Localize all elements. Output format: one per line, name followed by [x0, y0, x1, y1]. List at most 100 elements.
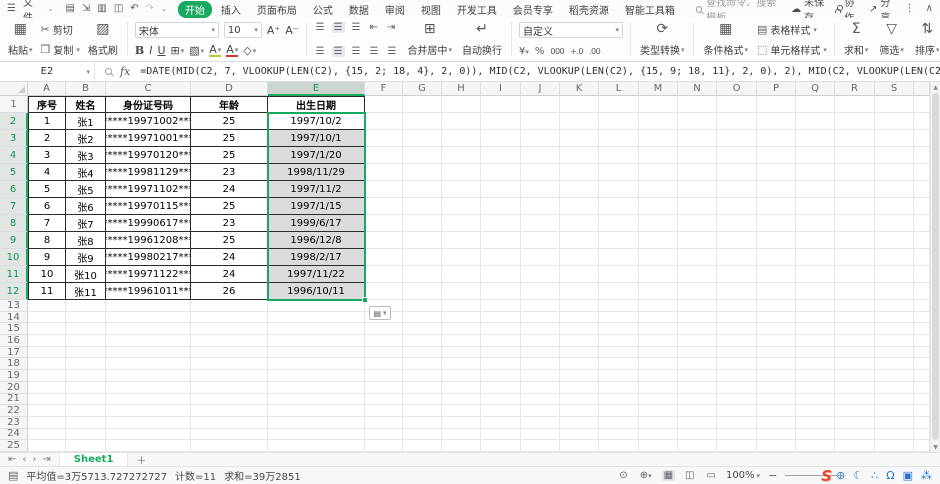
cell-B25[interactable]	[66, 440, 106, 452]
reading-mode-icon[interactable]: ⊕▾	[638, 470, 654, 481]
cell-A3[interactable]: 2	[28, 130, 66, 147]
cell-F22[interactable]	[365, 405, 403, 417]
cell-G12[interactable]	[403, 283, 442, 300]
cell-R22[interactable]	[835, 405, 875, 417]
underline-button[interactable]: U	[157, 44, 165, 57]
cell-P12[interactable]	[757, 283, 796, 300]
cell-S20[interactable]	[875, 382, 914, 394]
spreadsheet-grid[interactable]: ABCDEFGHIJKLMNOPQRS1序号姓名身份证号码年龄出生日期21张1*…	[0, 82, 940, 452]
cell-F19[interactable]	[365, 370, 403, 382]
cell-G10[interactable]	[403, 249, 442, 266]
cell-R1[interactable]	[835, 96, 875, 113]
normal-view-icon[interactable]: ▦	[662, 470, 675, 481]
cell-G5[interactable]	[403, 164, 442, 181]
cell-F15[interactable]	[365, 323, 403, 335]
cell-I11[interactable]	[481, 266, 521, 283]
cell-P18[interactable]	[757, 358, 796, 370]
cell-K19[interactable]	[560, 370, 599, 382]
cell-S17[interactable]	[875, 347, 914, 359]
cell-C8[interactable]: ******19990617****	[106, 215, 191, 232]
cell-Q15[interactable]	[796, 323, 835, 335]
cell-K1[interactable]	[560, 96, 599, 113]
row-header-13[interactable]: 13	[0, 300, 28, 312]
table-style-button[interactable]: ▤表格样式▾	[757, 22, 827, 37]
cell-C20[interactable]	[106, 382, 191, 394]
cell-S21[interactable]	[875, 394, 914, 406]
column-header-L[interactable]: L	[599, 82, 639, 96]
cell-N5[interactable]	[678, 164, 717, 181]
cell-F11[interactable]	[365, 266, 403, 283]
cell-Q18[interactable]	[796, 358, 835, 370]
cell-N15[interactable]	[678, 323, 717, 335]
cell-I18[interactable]	[481, 358, 521, 370]
row-header-15[interactable]: 15	[0, 323, 28, 335]
cell-O16[interactable]	[717, 335, 757, 347]
column-header-N[interactable]: N	[678, 82, 717, 96]
cell-N23[interactable]	[678, 417, 717, 429]
cell-P3[interactable]	[757, 130, 796, 147]
cell-E13[interactable]	[268, 300, 365, 312]
cell-I12[interactable]	[481, 283, 521, 300]
cell-T10[interactable]	[914, 249, 930, 266]
row-header-5[interactable]: 5	[0, 164, 28, 181]
cell-L23[interactable]	[599, 417, 639, 429]
align-right-icon[interactable]: ☰	[350, 46, 363, 57]
cell-A21[interactable]	[28, 394, 66, 406]
cell-C23[interactable]	[106, 417, 191, 429]
cell-G2[interactable]	[403, 113, 442, 130]
column-header-J[interactable]: J	[521, 82, 560, 96]
cell-H4[interactable]	[442, 147, 481, 164]
redo-icon[interactable]: ↷	[145, 4, 155, 14]
cell-R20[interactable]	[835, 382, 875, 394]
cell-Q16[interactable]	[796, 335, 835, 347]
cell-P7[interactable]	[757, 198, 796, 215]
font-color-button[interactable]: A▾	[226, 45, 238, 57]
cell-C4[interactable]: ******19970120****	[106, 147, 191, 164]
cell-S6[interactable]	[875, 181, 914, 198]
cell-O4[interactable]	[717, 147, 757, 164]
cell-K8[interactable]	[560, 215, 599, 232]
cell-J14[interactable]	[521, 312, 560, 324]
cell-O7[interactable]	[717, 198, 757, 215]
print-icon[interactable]: ▥	[96, 4, 107, 14]
cell-H18[interactable]	[442, 358, 481, 370]
cell-F6[interactable]	[365, 181, 403, 198]
cell-B18[interactable]	[66, 358, 106, 370]
cell-E23[interactable]	[268, 417, 365, 429]
cell-R6[interactable]	[835, 181, 875, 198]
cell-D16[interactable]	[191, 335, 268, 347]
cell-P23[interactable]	[757, 417, 796, 429]
cell-R15[interactable]	[835, 323, 875, 335]
cell-O2[interactable]	[717, 113, 757, 130]
cell-M3[interactable]	[639, 130, 678, 147]
cell-A15[interactable]	[28, 323, 66, 335]
cell-A19[interactable]	[28, 370, 66, 382]
cell-H19[interactable]	[442, 370, 481, 382]
cell-F12[interactable]	[365, 283, 403, 300]
ribbon-tab-会员专享[interactable]: 会员专享	[506, 1, 560, 18]
cell-K6[interactable]	[560, 181, 599, 198]
cell-Q6[interactable]	[796, 181, 835, 198]
cell-P17[interactable]	[757, 347, 796, 359]
cell-T21[interactable]	[914, 394, 930, 406]
cell-B10[interactable]: 张9	[66, 249, 106, 266]
last-sheet-icon[interactable]: ⇥	[42, 454, 50, 465]
cell-B20[interactable]	[66, 382, 106, 394]
select-all-corner[interactable]	[0, 82, 28, 96]
cell-J24[interactable]	[521, 429, 560, 441]
cell-J10[interactable]	[521, 249, 560, 266]
cell-T18[interactable]	[914, 358, 930, 370]
cell-K9[interactable]	[560, 232, 599, 249]
cell-H11[interactable]	[442, 266, 481, 283]
cell-P4[interactable]	[757, 147, 796, 164]
selection-stats-icon[interactable]: ▤	[8, 469, 18, 482]
cell-B1[interactable]: 姓名	[66, 96, 106, 113]
ribbon-tab-视图[interactable]: 视图	[414, 1, 448, 18]
cell-J15[interactable]	[521, 323, 560, 335]
cell-N6[interactable]	[678, 181, 717, 198]
cell-F18[interactable]	[365, 358, 403, 370]
cell-H24[interactable]	[442, 429, 481, 441]
cell-R8[interactable]	[835, 215, 875, 232]
cell-D25[interactable]	[191, 440, 268, 452]
cell-I22[interactable]	[481, 405, 521, 417]
